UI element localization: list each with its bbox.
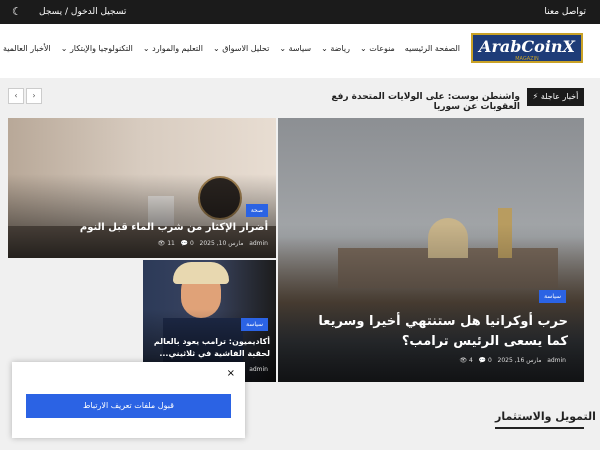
category-badge[interactable]: صحة [245, 204, 268, 217]
nav-politics[interactable]: سياسة [279, 44, 312, 53]
site-header: ArabCoinX MAGAZIN الصفحة الرئيسيه منوعات… [0, 24, 600, 78]
article-meta: admin مارس 10, 2025 0 💬 11 👁 [158, 240, 268, 247]
nav-misc[interactable]: منوعات [360, 44, 395, 53]
author-name[interactable]: admin [249, 366, 268, 373]
accept-cookies-button[interactable]: قبول ملفات تعريف الارتباط [26, 394, 231, 418]
contact-link[interactable]: تواصل معنا [544, 7, 586, 17]
nav-markets[interactable]: تحليل الاسواق [213, 44, 269, 53]
breaking-label: ⚡ أخبار عاجلة [527, 88, 584, 106]
comments-count: 0 [189, 240, 194, 247]
comments-count: 0 [487, 357, 492, 364]
main-article-card[interactable]: سياسة حرب أوكرانيا هل ستنتهي أخيرا وسريع… [278, 118, 584, 382]
nav-tech[interactable]: التكنولوجيا والإبتكار [61, 44, 133, 53]
category-badge[interactable]: سياسة [241, 318, 268, 331]
breaking-headline[interactable]: واشنطن بوست: على الولايات المتحدة رفع ال… [300, 92, 520, 112]
login-link[interactable]: تسجيل الدخول / يسجل [39, 7, 126, 17]
category-badge[interactable]: سياسة [539, 290, 566, 303]
chevron-right-icon[interactable]: › [26, 88, 42, 104]
author-name[interactable]: admin [547, 357, 566, 364]
comment-icon: 💬 [180, 240, 189, 247]
nav-world[interactable]: الأخبار العالمية عن [0, 44, 51, 53]
article-title[interactable]: حرب أوكرانيا هل ستنتهي أخيرا وسريعا كما … [298, 312, 568, 352]
top-bar: تواصل معنا تسجيل الدخول / يسجل ☾ [0, 0, 600, 24]
author-name[interactable]: admin [249, 240, 268, 247]
eye-icon: 👁 [459, 357, 468, 364]
eye-icon: 👁 [157, 240, 166, 247]
chevron-left-icon[interactable]: ‹ [8, 88, 24, 104]
article-date: مارس 16, 2025 [497, 357, 542, 364]
section-underline [495, 427, 584, 429]
nav-home[interactable]: الصفحة الرئيسيه [405, 44, 460, 53]
moon-icon[interactable]: ☾ [12, 5, 22, 18]
article-date: مارس 10, 2025 [199, 240, 244, 247]
article-meta: admin مارس 16, 2025 0 💬 4 👁 [459, 357, 566, 364]
health-article-card[interactable]: صحة أضرار الإكثار من شرب الماء قبل النوم… [8, 118, 276, 258]
logo-text: ArabCoinX [479, 37, 575, 56]
comment-icon: 💬 [478, 357, 487, 364]
views-count: 4 [469, 357, 473, 364]
nav-sports[interactable]: رياضة [321, 44, 350, 53]
cookie-banner: × قبول ملفات تعريف الارتباط [12, 362, 245, 438]
close-icon[interactable]: × [227, 368, 235, 379]
breaking-news-bar: ⚡ أخبار عاجلة واشنطن بوست: على الولايات … [0, 78, 600, 116]
site-logo[interactable]: ArabCoinX MAGAZIN [471, 33, 583, 63]
logo-subtext: MAGAZIN [515, 56, 539, 62]
section-heading: التمويل والاستثمار [495, 410, 596, 423]
nav-education[interactable]: التعليم والموارد [143, 44, 203, 53]
main-nav: الصفحة الرئيسيه منوعات رياضة سياسة تحليل… [0, 44, 460, 53]
article-title[interactable]: أضرار الإكثار من شرب الماء قبل النوم [28, 222, 268, 233]
article-title[interactable]: أكاديميون: ترامب يعود بالعالم لحقبة الفا… [150, 336, 270, 360]
views-count: 11 [167, 240, 175, 247]
